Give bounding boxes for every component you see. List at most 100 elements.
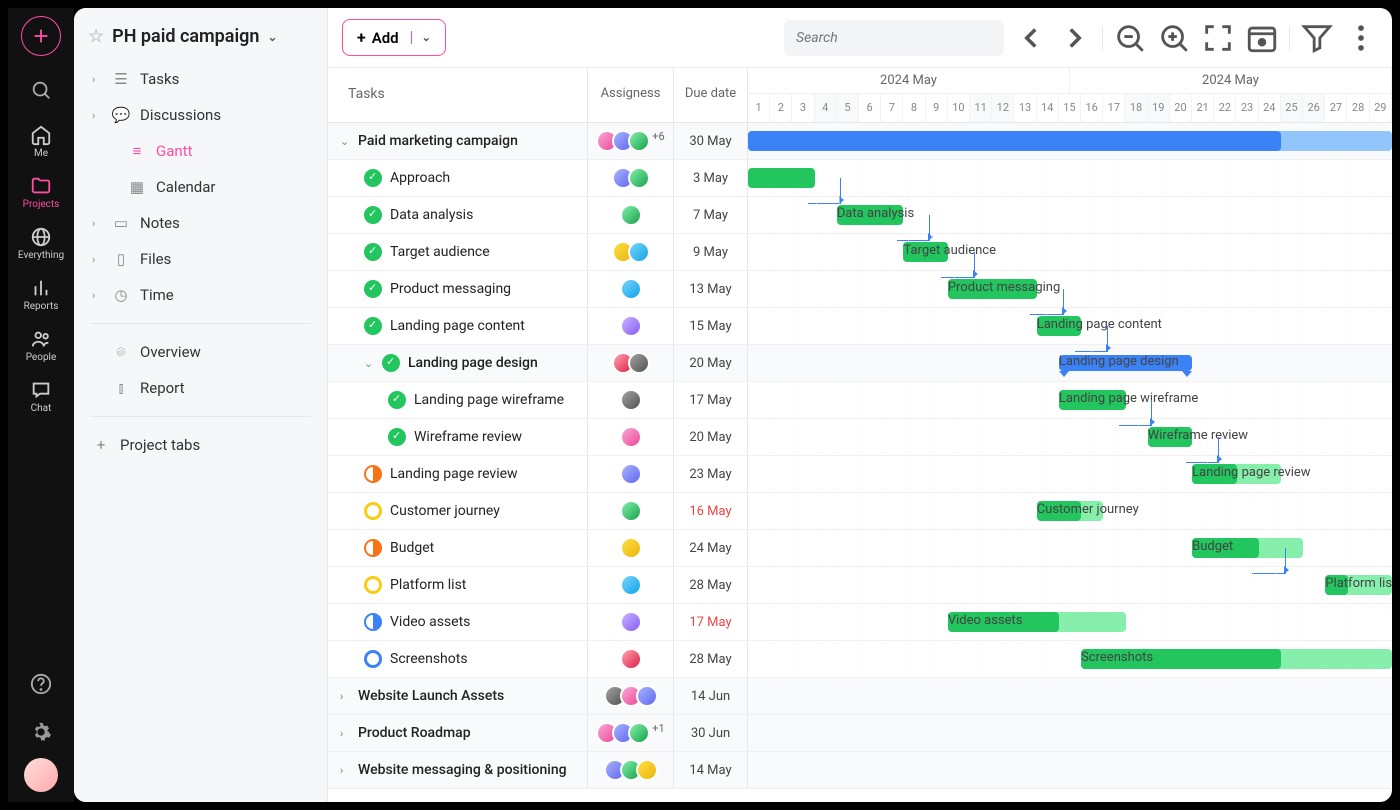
fit-button[interactable] xyxy=(1201,21,1235,55)
gantt-bar[interactable] xyxy=(748,131,1281,151)
assignee-avatars[interactable] xyxy=(604,685,658,707)
task-row[interactable]: Landing page content15 MayLanding page c… xyxy=(328,308,1392,345)
assignee-avatars[interactable] xyxy=(612,352,650,374)
settings-button[interactable] xyxy=(19,710,63,754)
more-assignees: +6 xyxy=(652,130,664,152)
sidebar-item-discussions[interactable]: ›💬Discussions xyxy=(84,97,317,133)
next-button[interactable] xyxy=(1058,21,1092,55)
task-row[interactable]: ⌄Landing page design20 MayLanding page d… xyxy=(328,345,1392,382)
sidebar-item-label: Discussions xyxy=(140,106,221,124)
task-row[interactable]: Target audience9 MayTarget audience xyxy=(328,234,1392,271)
rail-item-everything[interactable]: Everything xyxy=(18,218,64,269)
chevron-right-icon[interactable]: › xyxy=(340,764,350,777)
sidebar-item-time[interactable]: ›◷Time xyxy=(84,277,317,313)
assignee-avatars[interactable] xyxy=(620,315,642,337)
task-name: Product Roadmap xyxy=(358,725,471,741)
sidebar-item-label: Overview xyxy=(140,343,201,361)
task-name-cell: Target audience xyxy=(328,234,588,270)
assignee-avatars[interactable] xyxy=(620,426,642,448)
assignee-avatars[interactable] xyxy=(620,648,642,670)
status-icon xyxy=(364,243,382,261)
today-button[interactable] xyxy=(1245,21,1279,55)
task-name: Landing page content xyxy=(390,318,525,334)
more-button[interactable] xyxy=(1344,21,1378,55)
filter-button[interactable] xyxy=(1300,21,1334,55)
sidebar-item-overview[interactable]: ⌾Overview xyxy=(84,334,317,370)
task-name: Paid marketing campaign xyxy=(358,133,518,149)
sidebar-item-gantt[interactable]: ≡Gantt xyxy=(84,133,317,169)
task-row[interactable]: Data analysis7 MayData analysis xyxy=(328,197,1392,234)
assignee-avatars[interactable] xyxy=(620,611,642,633)
avatar xyxy=(620,389,642,411)
search-input[interactable] xyxy=(784,20,1004,56)
day-label: 16 xyxy=(1081,94,1103,122)
assignee-avatars[interactable] xyxy=(620,500,642,522)
task-row[interactable]: Landing page wireframe17 MayLanding page… xyxy=(328,382,1392,419)
assignee-avatars[interactable] xyxy=(604,759,658,781)
task-row[interactable]: Video assets17 MayVideo assets xyxy=(328,604,1392,641)
chevron-right-icon[interactable]: › xyxy=(340,727,350,740)
chevron-down-icon[interactable]: ⌄ xyxy=(340,135,350,148)
assignee-avatars[interactable] xyxy=(620,574,642,596)
rail-item-label: Reports xyxy=(24,301,59,312)
due-date-cell: 30 Jun xyxy=(674,715,748,751)
task-row[interactable]: ›Website Launch Assets14 Jun xyxy=(328,678,1392,715)
task-row[interactable]: Platform list28 MayPlatform list xyxy=(328,567,1392,604)
gantt-cell xyxy=(748,123,1392,159)
help-button[interactable] xyxy=(19,662,63,706)
rail-item-reports[interactable]: Reports xyxy=(18,269,64,320)
task-row[interactable]: Landing page review23 MayLanding page re… xyxy=(328,456,1392,493)
rail-search-button[interactable] xyxy=(19,68,63,112)
rail-item-chat[interactable]: Chat xyxy=(18,371,64,422)
prev-button[interactable] xyxy=(1014,21,1048,55)
due-date-cell: 20 May xyxy=(674,419,748,455)
sidebar-item-notes[interactable]: ›▭Notes xyxy=(84,205,317,241)
assignee-avatars[interactable] xyxy=(620,278,642,300)
task-row[interactable]: ›Website messaging & positioning14 May xyxy=(328,752,1392,789)
assignee-avatars[interactable] xyxy=(612,167,650,189)
avatar xyxy=(620,500,642,522)
chevron-down-icon[interactable]: ⌄ xyxy=(364,357,374,370)
assignee-avatars[interactable]: +6 xyxy=(596,130,664,152)
task-row[interactable]: Approach3 May xyxy=(328,160,1392,197)
rail-item-me[interactable]: Me xyxy=(18,116,64,167)
task-row[interactable]: ⌄Paid marketing campaign+630 May xyxy=(328,123,1392,160)
assignee-avatars[interactable] xyxy=(620,389,642,411)
assignee-cell xyxy=(588,234,674,270)
task-row[interactable]: › Product Roadmap +1 30 Jun xyxy=(328,715,1392,752)
assignee-avatars[interactable]: +1 xyxy=(596,722,664,744)
assignee-avatars[interactable] xyxy=(620,537,642,559)
sidebar-item-calendar[interactable]: ▦Calendar xyxy=(84,169,317,205)
sidebar-item-label: Gantt xyxy=(156,142,192,160)
sidebar-item-files[interactable]: ›▯Files xyxy=(84,241,317,277)
project-tabs-button[interactable]: + Project tabs xyxy=(84,427,317,463)
gantt-grid[interactable]: Tasks Assigness Due date 2024 May2024 Ma… xyxy=(328,68,1392,802)
star-icon[interactable]: ☆ xyxy=(88,26,104,47)
task-row[interactable]: Customer journey16 MayCustomer journey xyxy=(328,493,1392,530)
gantt-bar[interactable] xyxy=(748,168,815,188)
task-row[interactable]: Budget24 MayBudget xyxy=(328,530,1392,567)
zoom-out-button[interactable] xyxy=(1113,21,1147,55)
rail-item-projects[interactable]: Projects xyxy=(18,167,64,218)
chevron-down-icon[interactable]: ⌄ xyxy=(267,30,277,44)
chevron-down-icon[interactable]: ⌄ xyxy=(411,31,431,44)
task-row[interactable]: Product messaging13 MayProduct messaging xyxy=(328,271,1392,308)
gantt-cell: Customer journey xyxy=(748,493,1392,529)
user-avatar[interactable] xyxy=(24,758,58,792)
assignee-avatars[interactable] xyxy=(620,463,642,485)
chevron-right-icon[interactable]: › xyxy=(340,690,350,703)
task-row[interactable]: Screenshots28 MayScreenshots xyxy=(328,641,1392,678)
assignee-cell: +1 xyxy=(588,715,674,751)
assignee-avatars[interactable] xyxy=(620,204,642,226)
zoom-in-button[interactable] xyxy=(1157,21,1191,55)
add-button[interactable]: + Add ⌄ xyxy=(342,19,446,56)
sidebar-item-tasks[interactable]: ›☰Tasks xyxy=(84,61,317,97)
assignee-avatars[interactable] xyxy=(612,241,650,263)
gantt-cell: Budget xyxy=(748,530,1392,566)
task-name-cell: Product messaging xyxy=(328,271,588,307)
project-title[interactable]: ☆ PH paid campaign ⌄ xyxy=(84,20,317,61)
task-row[interactable]: Wireframe review20 MayWireframe review xyxy=(328,419,1392,456)
sidebar-item-report[interactable]: ⫾Report xyxy=(84,370,317,406)
rail-add-button[interactable] xyxy=(21,16,61,56)
rail-item-people[interactable]: People xyxy=(18,320,64,371)
